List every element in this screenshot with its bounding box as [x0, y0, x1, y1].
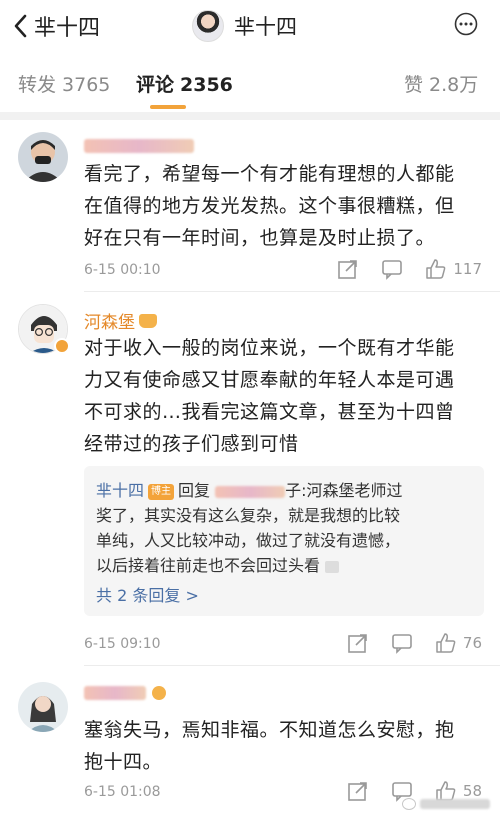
- comment-text-line: 看完了，希望每一个有才能有理想的人都能: [84, 163, 455, 185]
- verified-badge: [54, 338, 70, 354]
- share-icon: [338, 260, 358, 279]
- back-icon: [14, 14, 27, 38]
- tab-likes-count: 2.8万: [429, 74, 479, 96]
- back-button[interactable]: 芈十四: [10, 8, 100, 44]
- comment-text-line: 力又有使命感又甘愿奉献的年轻人本是可遇: [84, 369, 455, 391]
- username-text: 河森堡: [84, 313, 135, 333]
- comment-text: 塞翁失马，焉知非福。不知道怎么安慰，抱 抱十四。: [84, 714, 484, 778]
- tab-likes[interactable]: 赞 2.8万: [404, 70, 478, 97]
- blurred-username: [84, 686, 146, 700]
- tab-reposts[interactable]: 转发 3765: [18, 70, 110, 97]
- like-count: 117: [453, 260, 482, 278]
- reply-line: 单纯，人又比较冲动，做过了就没有遗憾，: [96, 531, 401, 550]
- share-button[interactable]: [347, 780, 369, 802]
- reply-first-line: 芈十四 博主 回复 子:河森堡老师过: [96, 478, 472, 503]
- comment-text-line: 经带过的孩子们感到可惜: [84, 433, 299, 455]
- tab-reposts-label: 转发: [18, 74, 57, 96]
- avatar[interactable]: [18, 682, 68, 732]
- avatar-image: [18, 682, 68, 732]
- blurred-username: [84, 139, 194, 153]
- avatar[interactable]: [18, 132, 68, 182]
- comment-text: 看完了，希望每一个有才能有理想的人都能 在值得的地方发光发热。这个事很糟糕，但 …: [84, 158, 484, 254]
- more-button[interactable]: [452, 10, 480, 38]
- like-button[interactable]: 117: [425, 258, 482, 280]
- comment-item: 河森堡 对于收入一般的岗位来说，一个既有才华能 力又有使命感又甘愿奉献的年轻人本…: [0, 292, 500, 666]
- like-icon: [426, 259, 446, 279]
- view-replies-link[interactable]: 共 2 条回复 >: [96, 582, 472, 606]
- tab-likes-label: 赞: [404, 74, 424, 96]
- comment-text-line: 不可求的…我看完这篇文章，甚至为十四曾: [84, 401, 455, 423]
- comment-time: 6-15 01:08: [84, 784, 161, 800]
- reply-author[interactable]: 芈十四: [96, 481, 144, 500]
- avatar-image: [18, 132, 68, 182]
- vip-crown-icon: [139, 313, 157, 328]
- username[interactable]: [84, 136, 194, 156]
- reply-box[interactable]: 芈十四 博主 回复 子:河森堡老师过 奖了，其实没有这么复杂，就是我想的比较 单纯，…: [84, 466, 484, 616]
- blurred-reply-target: [215, 485, 286, 498]
- tab-bar: 转发 3765 评论 2356 赞 2.8万: [0, 52, 500, 112]
- reply-target-suffix: 子:: [285, 481, 307, 500]
- tab-comments-count: 2356: [180, 74, 233, 96]
- comment-text-line: 好在只有一年时间，也算是及时止损了。: [84, 227, 436, 249]
- share-icon: [348, 782, 367, 801]
- share-button[interactable]: [337, 258, 359, 280]
- tab-reposts-count: 3765: [62, 74, 111, 96]
- tab-comments-label: 评论: [136, 74, 175, 96]
- comment-item: 看完了，希望每一个有才能有理想的人都能 在值得的地方发光发热。这个事很糟糕，但 …: [0, 120, 500, 292]
- vip-icon: [152, 686, 166, 700]
- header-avatar: [192, 10, 224, 42]
- page-title: 芈十四: [234, 15, 297, 39]
- comment-time: 6-15 00:10: [84, 262, 161, 278]
- active-tab-indicator: [150, 105, 186, 109]
- header-title-group[interactable]: 芈十四: [192, 8, 297, 44]
- tab-comments[interactable]: 评论 2356: [136, 70, 233, 97]
- comment-text: 对于收入一般的岗位来说，一个既有才华能 力又有使命感又甘愿奉献的年轻人本是可遇 …: [84, 332, 484, 460]
- comment-button[interactable]: [381, 258, 403, 280]
- comment-icon: [382, 260, 403, 280]
- section-divider: [0, 112, 500, 120]
- comment-icon: [392, 634, 412, 654]
- like-count: 76: [462, 634, 482, 652]
- comment-text-line: 塞翁失马，焉知非福。不知道怎么安慰，抱: [84, 719, 455, 741]
- reply-prefix: 回复: [178, 481, 211, 500]
- back-label: 芈十四: [34, 16, 101, 41]
- emoji-icon: [325, 560, 340, 573]
- blogger-badge: 博主: [148, 483, 175, 500]
- like-icon: [436, 633, 456, 653]
- username[interactable]: 河森堡: [84, 308, 157, 333]
- watermark: [402, 798, 490, 810]
- top-bar: 芈十四 芈十四: [0, 0, 500, 52]
- comment-text-line: 对于收入一般的岗位来说，一个既有才华能: [84, 337, 455, 359]
- comment-text-line: 抱十四。: [84, 751, 163, 773]
- reply-line1: 河森堡老师过: [306, 481, 403, 500]
- like-button[interactable]: 76: [435, 632, 482, 654]
- comment-actions: 76: [347, 632, 482, 654]
- comment-item: 塞翁失马，焉知非福。不知道怎么安慰，抱 抱十四。 6-15 01:08 58: [0, 666, 500, 816]
- comment-text-line: 在值得的地方发光发热。这个事很糟糕，但: [84, 195, 455, 217]
- reply-line-text: 以后接着往前走也不会回过头看: [96, 556, 321, 575]
- reply-line: 以后接着往前走也不会回过头看: [96, 553, 472, 578]
- more-icon: [454, 12, 478, 36]
- comment-actions: 117: [337, 258, 482, 280]
- username[interactable]: [84, 686, 166, 700]
- weibo-logo-icon: [402, 798, 416, 810]
- share-icon: [348, 634, 367, 653]
- comment-time: 6-15 09:10: [84, 636, 161, 652]
- share-button[interactable]: [347, 632, 369, 654]
- reply-line: 奖了，其实没有这么复杂，就是我想的比较: [96, 506, 401, 525]
- comment-button[interactable]: [391, 632, 413, 654]
- blurred-watermark-text: [420, 799, 490, 809]
